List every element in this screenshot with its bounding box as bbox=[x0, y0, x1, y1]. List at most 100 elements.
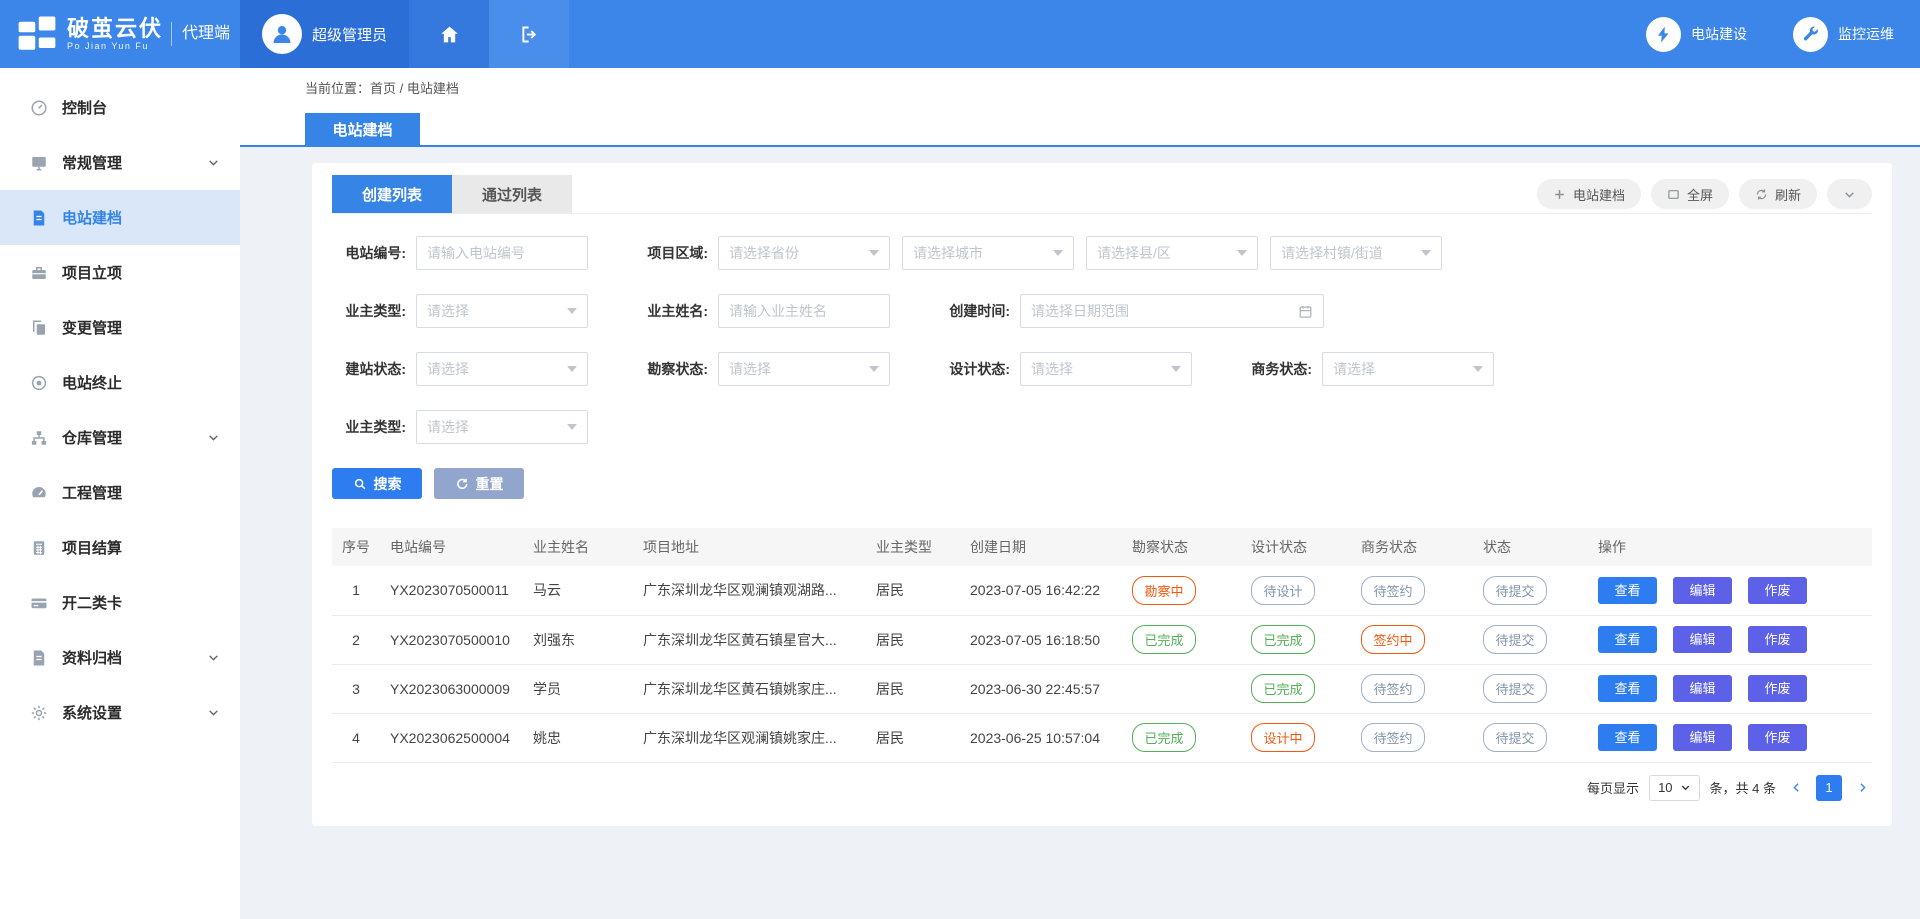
select-placeholder: 请选择省份 bbox=[729, 243, 799, 263]
sidebar-item-label: 项目立项 bbox=[62, 262, 122, 283]
column-header: 项目地址 bbox=[633, 528, 866, 566]
filter-select-owner-type-2[interactable]: 请选择 bbox=[416, 410, 588, 444]
edit-button[interactable]: 编辑 bbox=[1673, 626, 1732, 653]
cell-seq: 2 bbox=[332, 615, 380, 664]
edit-button[interactable]: 编辑 bbox=[1673, 724, 1732, 751]
cell-seq: 3 bbox=[332, 664, 380, 713]
void-button[interactable]: 作废 bbox=[1748, 626, 1807, 653]
table-row: 2YX2023070500010刘强东广东深圳龙华区黄石镇星官大...居民202… bbox=[332, 615, 1872, 664]
select-placeholder: 请选择县/区 bbox=[1097, 243, 1171, 263]
user-name: 超级管理员 bbox=[312, 24, 387, 45]
prev-page-button[interactable] bbox=[1786, 775, 1806, 801]
filter-select-project-region-0[interactable]: 请选择省份 bbox=[718, 236, 890, 270]
logout-button[interactable] bbox=[489, 0, 569, 68]
file-icon bbox=[30, 649, 48, 667]
filter-select-project-region-1[interactable]: 请选择城市 bbox=[902, 236, 1074, 270]
filter-label: 业主姓名: bbox=[634, 301, 708, 321]
header-nav-station-build[interactable]: 电站建设 bbox=[1646, 17, 1747, 52]
sidebar-item-type2-card[interactable]: 开二类卡 bbox=[0, 575, 240, 630]
view-button[interactable]: 查看 bbox=[1598, 675, 1657, 702]
records-table: 序号电站编号业主姓名项目地址业主类型创建日期勘察状态设计状态商务状态状态操作 1… bbox=[332, 528, 1872, 763]
pagination: 每页显示 10 条，共 4 条 1 bbox=[332, 775, 1872, 801]
view-button[interactable]: 查看 bbox=[1598, 626, 1657, 653]
sidebar-item-change-mgmt[interactable]: 变更管理 bbox=[0, 300, 240, 355]
void-button[interactable]: 作废 bbox=[1748, 724, 1807, 751]
sidebar-item-label: 工程管理 bbox=[62, 482, 122, 503]
sidebar-item-general-mgmt[interactable]: 常规管理 bbox=[0, 135, 240, 190]
cell-owner-type: 居民 bbox=[866, 713, 960, 762]
status-badge: 待提交 bbox=[1483, 625, 1547, 654]
sidebar-item-project-initiation[interactable]: 项目立项 bbox=[0, 245, 240, 300]
cell-address: 广东深圳龙华区观澜镇姚家庄... bbox=[633, 713, 866, 762]
view-button[interactable]: 查看 bbox=[1598, 577, 1657, 604]
wrench-circle bbox=[1793, 17, 1828, 52]
filter-label: 项目区域: bbox=[634, 243, 708, 263]
filter-select-owner-type[interactable]: 请选择 bbox=[416, 294, 588, 328]
view-button[interactable]: 查看 bbox=[1598, 724, 1657, 751]
cell-business-status: 待签约 bbox=[1351, 713, 1473, 762]
filter-select-project-region-3[interactable]: 请选择村镇/街道 bbox=[1270, 236, 1442, 270]
sidebar-item-engineering-mgmt[interactable]: 工程管理 bbox=[0, 465, 240, 520]
sidebar-item-station-termination[interactable]: 电站终止 bbox=[0, 355, 240, 410]
filter-select-design-status[interactable]: 请选择 bbox=[1020, 352, 1192, 386]
filter-daterange-create-time[interactable]: 请选择日期范围 bbox=[1020, 294, 1324, 328]
briefcase-icon bbox=[30, 264, 48, 282]
filter-select-build-status[interactable]: 请选择 bbox=[416, 352, 588, 386]
sidebar-item-station-filing[interactable]: 电站建档 bbox=[0, 190, 240, 245]
search-button[interactable]: 搜索 bbox=[332, 468, 422, 499]
column-header: 电站编号 bbox=[380, 528, 523, 566]
caret-down-icon bbox=[1053, 250, 1063, 256]
cell-actions: 查看编辑作废 bbox=[1588, 566, 1872, 615]
sidebar: 控制台常规管理电站建档项目立项变更管理电站终止仓库管理工程管理项目结算开二类卡资… bbox=[0, 68, 240, 919]
status-badge: 已完成 bbox=[1132, 625, 1196, 654]
next-page-button[interactable] bbox=[1852, 775, 1872, 801]
user-menu[interactable]: 超级管理员 bbox=[240, 0, 409, 68]
page-number-button[interactable]: 1 bbox=[1816, 775, 1842, 801]
breadcrumb: 当前位置：首页 / 电站建档 bbox=[240, 68, 1920, 106]
per-page-value: 10 bbox=[1658, 780, 1672, 795]
person-icon bbox=[270, 22, 294, 46]
per-page-prefix: 每页显示 bbox=[1587, 778, 1639, 797]
home-button[interactable] bbox=[409, 0, 489, 68]
sidebar-item-label: 电站建档 bbox=[62, 207, 122, 228]
fullscreen-button[interactable]: 全屏 bbox=[1651, 179, 1729, 209]
filter-label: 业主类型: bbox=[332, 301, 406, 321]
cell-owner-name: 刘强东 bbox=[523, 615, 633, 664]
table-body: 1YX2023070500011马云广东深圳龙华区观澜镇观湖路...居民2023… bbox=[332, 566, 1872, 762]
total-count-label: 条，共 4 条 bbox=[1710, 778, 1776, 797]
void-button[interactable]: 作废 bbox=[1748, 577, 1807, 604]
reset-button[interactable]: 重置 bbox=[434, 468, 524, 499]
list-tabs: 创建列表通过列表 bbox=[332, 175, 572, 213]
sidebar-item-warehouse-mgmt[interactable]: 仓库管理 bbox=[0, 410, 240, 465]
reset-button-label: 重置 bbox=[476, 474, 504, 494]
filter-input-station-code[interactable] bbox=[416, 236, 588, 270]
search-icon bbox=[353, 477, 367, 491]
sidebar-item-data-archive[interactable]: 资料归档 bbox=[0, 630, 240, 685]
tab-passed-list[interactable]: 通过列表 bbox=[452, 175, 572, 213]
caret-down-icon bbox=[869, 366, 879, 372]
filter-select-business-status[interactable]: 请选择 bbox=[1322, 352, 1494, 386]
filter-field-owner-name: 业主姓名: bbox=[634, 294, 890, 328]
tab-create-list[interactable]: 创建列表 bbox=[332, 175, 452, 213]
calendar-icon bbox=[1298, 304, 1313, 319]
add-station-button[interactable]: 电站建档 bbox=[1537, 179, 1641, 209]
filter-select-survey-status[interactable]: 请选择 bbox=[718, 352, 890, 386]
refresh-button[interactable]: 刷新 bbox=[1739, 179, 1817, 209]
edit-button[interactable]: 编辑 bbox=[1673, 675, 1732, 702]
select-placeholder: 请选择 bbox=[427, 301, 469, 321]
per-page-select[interactable]: 10 bbox=[1649, 775, 1699, 801]
filter-select-project-region-2[interactable]: 请选择县/区 bbox=[1086, 236, 1258, 270]
page-tab[interactable]: 电站建档 bbox=[305, 113, 420, 145]
collapse-button[interactable] bbox=[1827, 179, 1872, 209]
header-nav-monitor-ops[interactable]: 监控运维 bbox=[1793, 17, 1894, 52]
sidebar-item-system-settings[interactable]: 系统设置 bbox=[0, 685, 240, 740]
sidebar-item-console[interactable]: 控制台 bbox=[0, 80, 240, 135]
filter-input-owner-name[interactable] bbox=[718, 294, 890, 328]
caret-down-icon bbox=[1237, 250, 1247, 256]
filter-field-project-region: 项目区域: 请选择省份 请选择城市 请选择县/区 请选择村镇/街道 bbox=[634, 236, 1442, 270]
void-button[interactable]: 作废 bbox=[1748, 675, 1807, 702]
edit-button[interactable]: 编辑 bbox=[1673, 577, 1732, 604]
cell-business-status: 签约中 bbox=[1351, 615, 1473, 664]
cell-created-date: 2023-06-25 10:57:04 bbox=[960, 713, 1122, 762]
sidebar-item-project-settlement[interactable]: 项目结算 bbox=[0, 520, 240, 575]
